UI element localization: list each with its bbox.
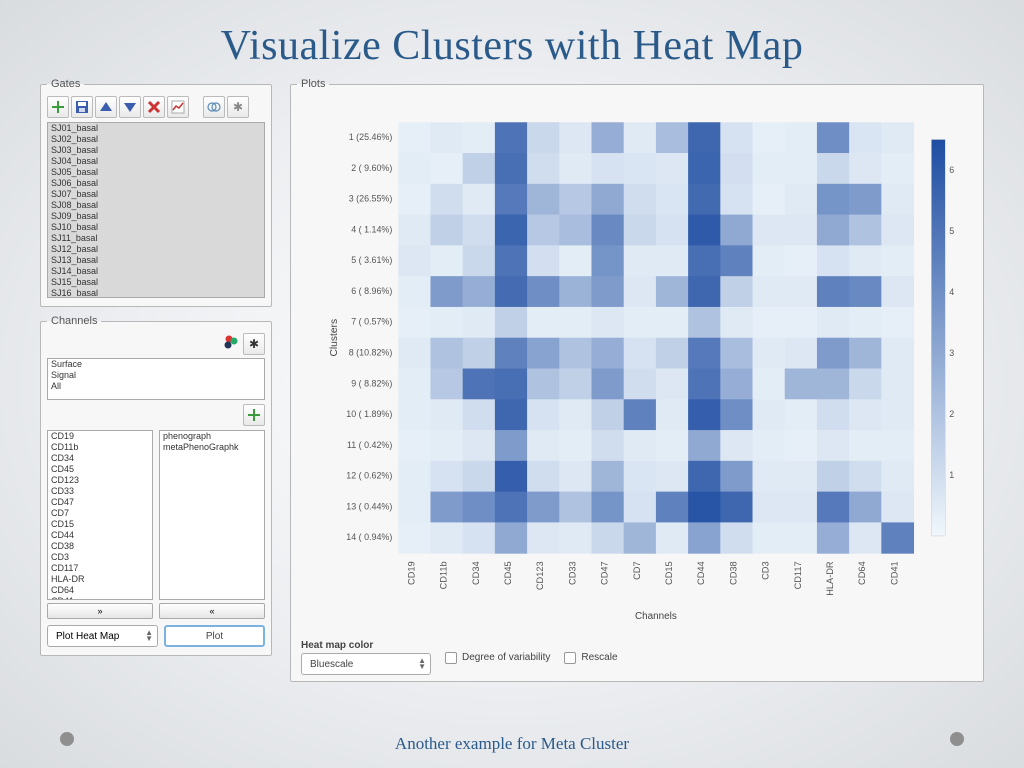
svg-text:2 ( 9.60%): 2 ( 9.60%) <box>351 163 392 173</box>
svg-text:1: 1 <box>949 470 954 480</box>
svg-text:3 (26.55%): 3 (26.55%) <box>349 194 393 204</box>
svg-text:CD34: CD34 <box>471 561 481 585</box>
gates-toolbar: ✱ <box>47 96 265 118</box>
channels-panel: Channels ✱ SurfaceSignalAll CD19CD11bCD3… <box>40 315 272 656</box>
svg-text:CD64: CD64 <box>857 561 867 585</box>
svg-text:CD45: CD45 <box>503 561 513 585</box>
svg-text:Channels: Channels <box>635 611 677 622</box>
svg-text:11 ( 0.42%): 11 ( 0.42%) <box>347 440 392 450</box>
channel-groups-listbox[interactable]: SurfaceSignalAll <box>47 358 265 400</box>
svg-text:CD7: CD7 <box>632 561 642 579</box>
venn-icon[interactable] <box>203 96 225 118</box>
move-left-button[interactable]: « <box>159 603 265 619</box>
svg-text:CD41: CD41 <box>890 561 900 585</box>
svg-text:13 ( 0.44%): 13 ( 0.44%) <box>346 501 392 511</box>
channels-right-listbox[interactable]: phenographmetaPhenoGraphk <box>159 430 265 600</box>
heatmap-chart: 1 (25.46%) 2 ( 9.60%) 3 (26.55%) 4 ( 1.14%)… <box>319 112 973 625</box>
move-right-button[interactable]: » <box>47 603 153 619</box>
svg-text:CD47: CD47 <box>600 561 610 585</box>
rescale-checkbox[interactable]: Rescale <box>564 652 617 664</box>
gates-listbox[interactable]: SJ01_basalSJ02_basalSJ03_basalSJ04_basal… <box>47 122 265 298</box>
svg-text:10 ( 1.89%): 10 ( 1.89%) <box>346 409 392 419</box>
svg-text:HLA-DR: HLA-DR <box>825 561 835 596</box>
rgb-dots-icon[interactable] <box>222 333 240 351</box>
slide-subtitle: Another example for Meta Cluster <box>0 734 1024 754</box>
gear-icon[interactable]: ✱ <box>227 96 249 118</box>
slide-title: Visualize Clusters with Heat Map <box>0 0 1024 78</box>
plots-legend: Plots <box>297 78 329 90</box>
svg-text:5: 5 <box>949 226 954 236</box>
svg-text:6 ( 8.96%): 6 ( 8.96%) <box>351 286 392 296</box>
svg-text:CD19: CD19 <box>407 561 417 585</box>
svg-text:5 ( 3.61%): 5 ( 3.61%) <box>351 255 392 265</box>
svg-text:9 ( 8.82%): 9 ( 8.82%) <box>351 378 392 388</box>
svg-text:CD33: CD33 <box>568 561 578 585</box>
svg-text:CD11b: CD11b <box>439 561 449 589</box>
svg-text:3: 3 <box>949 348 954 358</box>
plot-button[interactable]: Plot <box>164 625 265 647</box>
gates-panel: Gates ✱ SJ01_basalSJ02_basalSJ03_basalSJ… <box>40 78 272 307</box>
svg-text:1 (25.46%): 1 (25.46%) <box>349 132 393 142</box>
gates-legend: Gates <box>47 78 84 90</box>
chart-icon[interactable] <box>167 96 189 118</box>
decorative-dot <box>60 732 74 746</box>
decorative-dot <box>950 732 964 746</box>
heatmap-color-label: Heat map color <box>301 640 431 651</box>
svg-text:8 (10.82%): 8 (10.82%) <box>349 347 393 357</box>
svg-text:CD38: CD38 <box>729 561 739 585</box>
color-scheme-value: Bluescale <box>310 659 353 670</box>
color-scheme-select[interactable]: Bluescale ▲▼ <box>301 653 431 675</box>
save-icon[interactable] <box>71 96 93 118</box>
svg-text:CD3: CD3 <box>761 561 771 579</box>
add-icon[interactable] <box>243 404 265 426</box>
add-icon[interactable] <box>47 96 69 118</box>
down-icon[interactable] <box>119 96 141 118</box>
svg-text:14 ( 0.94%): 14 ( 0.94%) <box>346 532 392 542</box>
svg-text:7 ( 0.57%): 7 ( 0.57%) <box>351 317 392 327</box>
svg-text:CD15: CD15 <box>664 561 674 585</box>
svg-text:Clusters: Clusters <box>329 319 340 357</box>
svg-text:CD123: CD123 <box>535 561 545 590</box>
svg-text:CD44: CD44 <box>696 561 706 585</box>
svg-text:2: 2 <box>949 409 954 419</box>
svg-text:CD117: CD117 <box>793 561 803 589</box>
plots-panel: Plots 1 (25.46%) 2 ( 9.60%) 3 (26.55%) 4 ( … <box>290 78 984 682</box>
variability-checkbox[interactable]: Degree of variability <box>445 652 550 664</box>
plot-type-value: Plot Heat Map <box>56 631 119 642</box>
delete-icon[interactable] <box>143 96 165 118</box>
gear-icon[interactable]: ✱ <box>243 333 265 355</box>
svg-text:12 ( 0.62%): 12 ( 0.62%) <box>346 471 392 481</box>
plot-type-select[interactable]: Plot Heat Map ▲▼ <box>47 625 158 647</box>
up-icon[interactable] <box>95 96 117 118</box>
svg-text:6: 6 <box>949 165 954 175</box>
channels-left-listbox[interactable]: CD19CD11bCD34CD45CD123CD33CD47CD7CD15CD4… <box>47 430 153 600</box>
svg-text:4: 4 <box>949 287 954 297</box>
channels-legend: Channels <box>47 315 101 327</box>
svg-text:4 ( 1.14%): 4 ( 1.14%) <box>351 224 392 234</box>
